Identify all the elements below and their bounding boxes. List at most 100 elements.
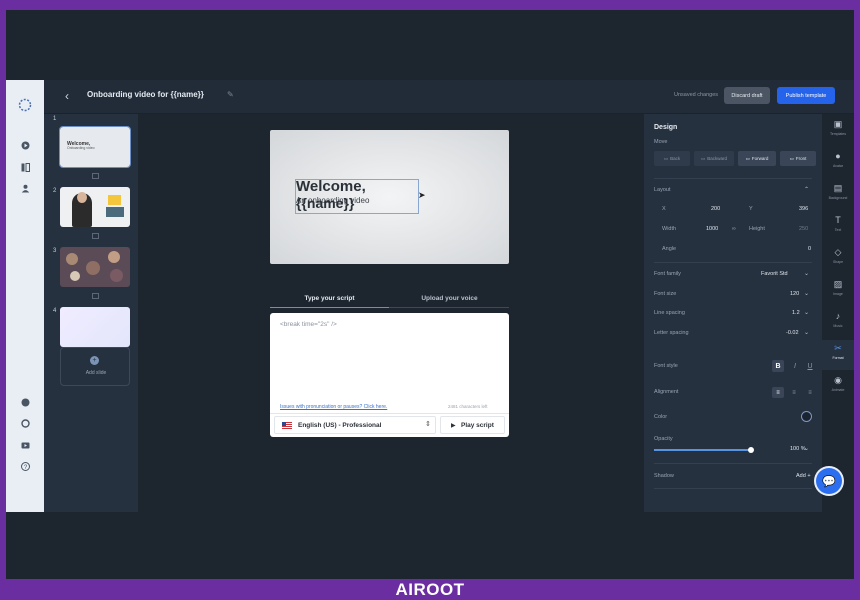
slide-thumbnail-1[interactable]: Welcome, Onboarding video [59,126,131,168]
align-center-button[interactable]: ≡ [788,387,800,398]
design-panel: Design Move ▭ Back ▭ Backward ▭ Forward ▭ Fr… [644,114,822,512]
align-right-button[interactable]: ≡ [804,387,816,398]
rail-shape[interactable]: ◇ Shape [822,244,854,274]
canvas-area: Welcome, An onboarding video {{name}} ➤ … [138,114,644,512]
font-family-select[interactable]: Favorit Std [761,271,788,277]
slide-number: 1 [53,116,57,122]
slide-grid-icon[interactable] [92,293,99,299]
library-icon[interactable] [17,159,33,175]
play-script-button[interactable]: ▶ Play script [440,416,505,434]
background-icon: ▤ [833,183,843,193]
logo-icon[interactable] [17,97,33,113]
move-back-button[interactable]: ▭ Back [654,151,690,166]
play-circle-icon[interactable] [17,137,33,153]
y-input[interactable]: 396 [799,206,808,212]
underline-button[interactable]: U [804,360,816,372]
x-input[interactable]: 200 [711,206,720,212]
right-tool-rail: ▣ Templates ● Avatar ▤ Background T Text ◇ Sh… [822,114,854,512]
editor-app: ? ‹ Onboarding video for {{name}} ✎ Unsa… [6,80,854,512]
font-size-select[interactable]: 120 [790,291,799,297]
tab-type-script[interactable]: Type your script [270,295,389,308]
avatar-face [77,192,87,203]
script-editor[interactable]: <break time="2s" /> Issues with pronunci… [270,313,509,437]
rail-format[interactable]: ✂ Format [822,340,854,370]
opacity-slider-handle[interactable] [748,447,754,453]
discard-draft-button[interactable]: Discard draft [724,87,770,104]
discord-icon[interactable] [17,394,33,410]
video-icon[interactable] [17,437,33,453]
canvas-welcome-text[interactable]: Welcome, [296,178,366,195]
move-backward-button[interactable]: ▭ Backward [694,151,734,166]
select-arrows-icon: ⇕ [425,421,431,428]
slide-grid-icon[interactable] [92,173,99,179]
slide-canvas[interactable]: Welcome, An onboarding video {{name}} ➤ [270,130,509,264]
italic-button[interactable]: I [789,360,801,372]
rail-avatar[interactable]: ● Avatar [822,148,854,178]
angle-label: Angle [662,246,677,252]
align-left-button[interactable]: ≡ [772,387,784,398]
font-style-label: Font style [654,363,678,369]
play-script-label: Play script [461,422,494,429]
layer-icon: ▭ [745,155,750,161]
bold-button[interactable]: B [772,360,784,372]
slide-number: 4 [53,308,57,314]
music-icon: ♪ [835,311,841,321]
rail-label: Avatar [832,164,844,168]
thumbnail-card [106,207,124,217]
add-shadow-button[interactable]: Add + [796,473,811,479]
letter-spacing-select[interactable]: -0.02 [786,330,799,336]
back-arrow-icon[interactable]: ‹ [65,89,69,103]
image-icon: ▨ [833,279,843,289]
tab-upload-voice[interactable]: Upload your voice [390,295,509,308]
chevron-down-icon[interactable]: ⌄ [804,329,809,336]
slide-thumbnail-3[interactable] [60,247,130,287]
angle-input[interactable]: 0 [808,246,811,252]
height-input[interactable]: 250 [799,226,808,232]
help-icon[interactable]: ? [17,458,33,474]
publish-template-button[interactable]: Publish template [777,87,835,104]
move-front-button[interactable]: ▭ Front [780,151,816,166]
chevron-up-icon[interactable]: ⌃ [804,186,809,193]
chevron-down-icon[interactable]: ⌄ [804,309,809,316]
slide-grid-icon[interactable] [92,233,99,239]
plus-icon: + [90,356,99,365]
slide-thumbnail-4[interactable] [60,307,130,347]
opacity-slider-fill [654,449,751,451]
link-icon[interactable]: ∞ [732,226,736,232]
edit-pencil-icon[interactable]: ✎ [227,90,234,99]
chevron-down-icon[interactable]: ⌄ [804,445,809,452]
width-input[interactable]: 1000 [706,226,718,232]
chat-bubble-icon[interactable]: 💬 [816,468,842,494]
rail-image[interactable]: ▨ Image [822,276,854,306]
opacity-slider[interactable] [654,447,754,453]
rail-background[interactable]: ▤ Background [822,180,854,210]
user-icon[interactable] [17,180,33,196]
add-slide-button[interactable]: + Add slide [60,347,130,386]
move-forward-button[interactable]: ▭ Forward [738,151,776,166]
rail-label: Animate [831,388,845,392]
templates-icon: ▣ [833,119,843,129]
line-spacing-select[interactable]: 1.2 [792,310,800,316]
chevron-down-icon[interactable]: ⌄ [804,270,809,277]
watermark-brand: AIROOT [395,580,465,599]
chevron-down-icon[interactable]: ⌄ [804,290,809,297]
voice-language-select[interactable]: English (US) - Professional ⇕ [274,416,436,434]
rail-text[interactable]: T Text [822,212,854,242]
slide-thumbnail-2[interactable] [60,187,130,227]
line-spacing-label: Line spacing [654,310,685,316]
rail-animate[interactable]: ◉ Animate [822,372,854,402]
pronunciation-help-link[interactable]: Issues with pronunciation or pauses? Cli… [280,404,387,410]
canvas-name-variable[interactable]: {{name}} [296,195,354,211]
letter-spacing-label: Letter spacing [654,330,689,336]
height-label: Height [749,226,765,232]
script-textarea[interactable]: <break time="2s" /> [280,321,337,328]
rail-templates[interactable]: ▣ Templates [822,116,854,146]
voice-language-label: English (US) - Professional [298,422,382,429]
x-label: X [662,206,666,212]
settings-icon[interactable] [17,415,33,431]
document-title[interactable]: Onboarding video for {{name}} [87,90,204,99]
color-picker[interactable] [801,411,812,422]
characters-left: 2481 characters left [448,404,488,409]
rail-music[interactable]: ♪ Music [822,308,854,338]
avatar-icon: ● [835,151,841,161]
